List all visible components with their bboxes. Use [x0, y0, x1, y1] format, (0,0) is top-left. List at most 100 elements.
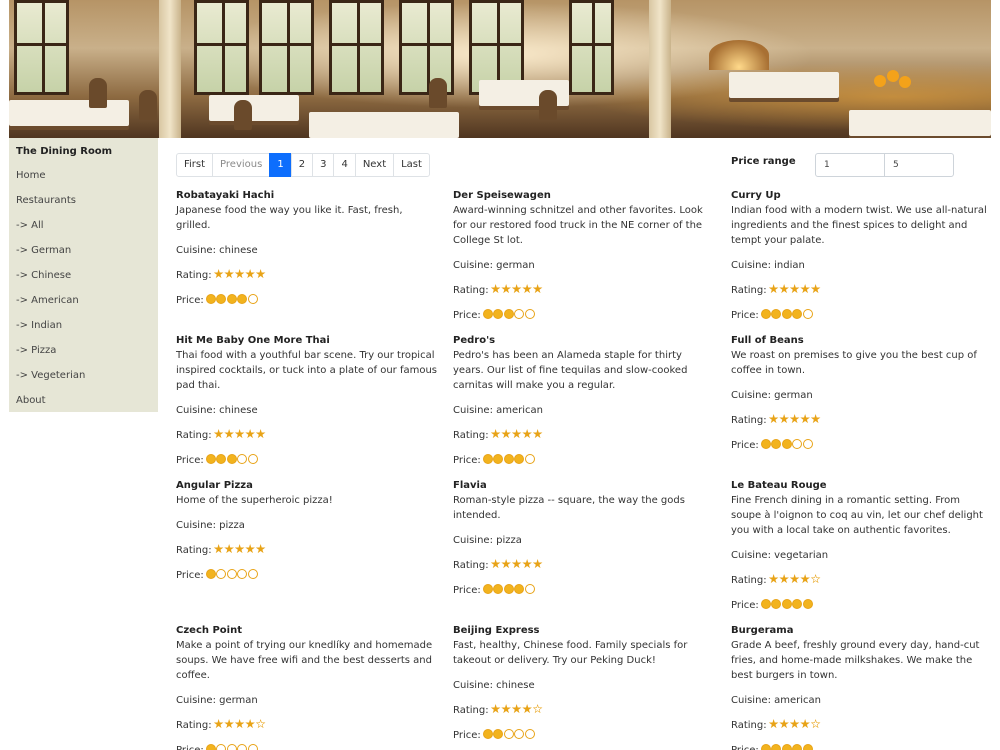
restaurant-name[interactable]: Full of Beans: [731, 333, 993, 348]
cuisine-label: Cuisine:: [731, 390, 775, 401]
price-filled-icon: [771, 744, 782, 750]
restaurant-cuisine: Cuisine: pizza: [453, 533, 715, 548]
star-filled-icon: [213, 544, 224, 554]
restaurant-description: Award-winning schnitzel and other favori…: [453, 205, 703, 246]
page-3-button[interactable]: 3: [312, 153, 335, 177]
page-1-button[interactable]: 1: [269, 153, 292, 177]
price-coins: [482, 729, 536, 739]
sidebar-item-restaurants[interactable]: Restaurants: [9, 188, 158, 213]
price-coins: [205, 569, 259, 579]
rating-stars: [490, 429, 544, 439]
rating-stars: [768, 284, 822, 294]
cuisine-value: german: [219, 695, 258, 706]
star-filled-icon: [255, 544, 266, 554]
star-filled-icon: [490, 704, 501, 714]
sidebar-item-home[interactable]: Home: [9, 163, 158, 188]
rating-stars: [490, 704, 544, 714]
restaurant-cuisine: Cuisine: chinese: [176, 403, 438, 418]
hero-table: [209, 95, 299, 121]
star-filled-icon: [501, 704, 511, 714]
star-filled-icon: [224, 269, 234, 279]
star-filled-icon: [789, 414, 800, 424]
restaurant-cuisine: Cuisine: vegetarian: [731, 548, 993, 563]
star-filled-icon: [522, 559, 532, 569]
sidebar-item-german[interactable]: -> German: [9, 238, 158, 263]
restaurant-name[interactable]: Curry Up: [731, 188, 993, 203]
page-next-button[interactable]: Next: [354, 153, 395, 177]
rating-stars: [213, 544, 267, 554]
restaurant-rating: Rating:: [731, 573, 993, 588]
page-2-button[interactable]: 2: [290, 153, 314, 177]
rating-stars: [768, 719, 822, 729]
restaurant-card: Czech Point Make a point of trying our kn…: [176, 623, 438, 750]
restaurant-name[interactable]: Pedro's: [453, 333, 715, 348]
restaurant-description: Roman-style pizza -- square, the way the…: [453, 495, 685, 521]
restaurant-description: Make a point of trying our knedlíky and …: [176, 640, 433, 681]
price-max-input[interactable]: [884, 153, 954, 177]
star-filled-icon: [224, 719, 234, 729]
cuisine-label: Cuisine:: [453, 535, 497, 546]
star-filled-icon: [501, 284, 511, 294]
star-filled-icon: [522, 284, 532, 294]
sidebar-item-chinese[interactable]: -> Chinese: [9, 263, 158, 288]
restaurant-name[interactable]: Burgerama: [731, 623, 993, 638]
restaurant-name[interactable]: Robatayaki Hachi: [176, 188, 438, 203]
star-filled-icon: [789, 284, 800, 294]
hero-column: [649, 0, 671, 138]
restaurant-name[interactable]: Czech Point: [176, 623, 438, 638]
star-filled-icon: [800, 414, 810, 424]
page-4-button[interactable]: 4: [333, 153, 356, 177]
restaurant-name[interactable]: Beijing Express: [453, 623, 715, 638]
page-last-button[interactable]: Last: [393, 153, 430, 177]
restaurant-description: Grade A beef, freshly ground every day, …: [731, 640, 980, 681]
star-empty-icon: [255, 719, 266, 729]
restaurant-name[interactable]: Le Bateau Rouge: [731, 478, 993, 493]
restaurant-card: Der Speisewagen Award-winning schnitzel a…: [453, 188, 715, 323]
restaurant-price: Price:: [453, 308, 715, 323]
restaurant-name[interactable]: Der Speisewagen: [453, 188, 715, 203]
page-first-button[interactable]: First: [176, 153, 214, 177]
price-empty-icon: [247, 569, 258, 579]
star-filled-icon: [245, 719, 255, 729]
star-filled-icon: [789, 574, 800, 584]
restaurant-card: Angular Pizza Home of the superheroic piz…: [176, 478, 438, 583]
page-previous-button[interactable]: Previous: [212, 153, 271, 177]
sidebar-item-all[interactable]: -> All: [9, 213, 158, 238]
price-filled-icon: [760, 599, 771, 609]
star-filled-icon: [800, 574, 810, 584]
price-filled-icon: [205, 569, 216, 579]
sidebar-item-pizza[interactable]: -> Pizza: [9, 338, 158, 363]
price-filled-icon: [781, 439, 792, 449]
restaurant-card: Hit Me Baby One More Thai Thai food with …: [176, 333, 438, 468]
star-empty-icon: [810, 719, 821, 729]
sidebar-item-indian[interactable]: -> Indian: [9, 313, 158, 338]
rating-stars: [213, 429, 267, 439]
restaurant-name[interactable]: Hit Me Baby One More Thai: [176, 333, 438, 348]
star-filled-icon: [490, 429, 501, 439]
restaurant-price: Price:: [453, 728, 715, 743]
restaurant-price: Price:: [453, 583, 715, 598]
restaurant-card: Full of Beans We roast on premises to giv…: [731, 333, 993, 453]
cuisine-value: chinese: [496, 680, 535, 691]
price-empty-icon: [226, 744, 237, 750]
sidebar-item-about[interactable]: About: [9, 388, 158, 413]
star-filled-icon: [511, 704, 522, 714]
star-filled-icon: [245, 544, 255, 554]
restaurant-name[interactable]: Angular Pizza: [176, 478, 438, 493]
star-filled-icon: [213, 429, 224, 439]
hero-column: [159, 0, 181, 138]
star-filled-icon: [501, 429, 511, 439]
price-empty-icon: [237, 744, 248, 750]
price-range-filter: Price range: [731, 153, 971, 177]
cuisine-value: american: [774, 695, 821, 706]
star-filled-icon: [522, 429, 532, 439]
star-filled-icon: [810, 284, 821, 294]
restaurant-description: We roast on premises to give you the bes…: [731, 350, 977, 376]
brand-title[interactable]: The Dining Room: [9, 138, 158, 163]
restaurant-name[interactable]: Flavia: [453, 478, 715, 493]
sidebar-item-vegeterian[interactable]: -> Vegeterian: [9, 363, 158, 388]
price-label: Price:: [453, 730, 481, 741]
price-min-input[interactable]: [815, 153, 885, 177]
sidebar-item-american[interactable]: -> American: [9, 288, 158, 313]
price-coins: [760, 309, 814, 319]
